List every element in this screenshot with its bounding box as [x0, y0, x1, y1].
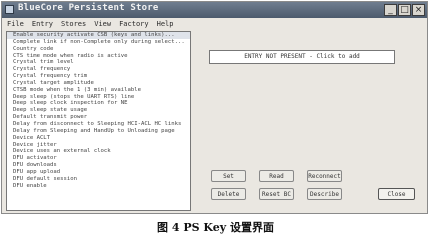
app-window: BlueCore Persistent Store _ □ × File Ent… [1, 1, 428, 214]
list-item[interactable]: Deep sleep clock inspection for NE [7, 100, 190, 107]
window-title: BlueCore Persistent Store [18, 3, 159, 13]
list-item[interactable]: Country code [7, 46, 190, 53]
menu-entry[interactable]: Entry [32, 20, 53, 28]
menu-factory[interactable]: Factory [119, 20, 149, 28]
minimize-button[interactable]: _ [384, 4, 397, 16]
figure-caption: 图 4 PS Key 设置界面 [157, 221, 274, 234]
list-item[interactable]: DFU app upload [7, 169, 190, 176]
reset-bc-button[interactable]: Reset BC [259, 188, 294, 200]
list-item[interactable]: Delay from Sleeping and HandUp to Unload… [7, 128, 190, 135]
read-button[interactable]: Read [259, 170, 294, 182]
list-item[interactable]: DFU default session [7, 176, 190, 183]
list-item[interactable]: Crystal frequency trim [7, 73, 190, 80]
menu-help[interactable]: Help [157, 20, 174, 28]
list-item[interactable]: Complete link if non-Complete only durin… [7, 39, 190, 46]
set-button[interactable]: Set [211, 170, 246, 182]
list-item[interactable]: Device uses an external clock [7, 148, 190, 155]
list-item[interactable]: CTSB mode when the 1 (3 min) available [7, 87, 190, 94]
menu-stores[interactable]: Stores [61, 20, 86, 28]
window-controls: _ □ × [384, 4, 425, 16]
list-item[interactable]: Default transmit power [7, 114, 190, 121]
close-button[interactable]: Close [378, 188, 415, 200]
menu-bar: File Entry Stores View Factory Help [2, 18, 431, 30]
menu-view[interactable]: View [94, 20, 111, 28]
list-item[interactable]: DFU downloads [7, 162, 190, 169]
list-item[interactable]: Deep sleep (stops the UART RTS) line [7, 94, 190, 101]
menu-file[interactable]: File [7, 20, 24, 28]
close-window-button[interactable]: × [412, 4, 425, 16]
list-item[interactable]: Crystal target amplitude [7, 80, 190, 87]
list-item[interactable]: Delay from disconnect to Sleeping HCI-AC… [7, 121, 190, 128]
maximize-button[interactable]: □ [398, 4, 411, 16]
list-item[interactable]: Crystal trim level [7, 59, 190, 66]
app-icon [5, 5, 14, 14]
list-item[interactable]: DFU enable [7, 183, 190, 190]
value-field[interactable]: ENTRY NOT PRESENT - Click to add [209, 50, 395, 64]
list-item[interactable]: Enable security activate CSB (keys and l… [7, 32, 190, 39]
title-bar[interactable]: BlueCore Persistent Store _ □ × [2, 2, 427, 18]
delete-button[interactable]: Delete [211, 188, 246, 200]
list-item[interactable]: CTS time mode when radio is active [7, 53, 190, 60]
list-item[interactable]: Crystal frequency [7, 66, 190, 73]
reconnect-button[interactable]: Reconnect [307, 170, 342, 182]
describe-button[interactable]: Describe [307, 188, 342, 200]
list-item[interactable]: Deep sleep state usage [7, 107, 190, 114]
list-item[interactable]: Device jitter [7, 142, 190, 149]
list-item[interactable]: DFU activator [7, 155, 190, 162]
list-item[interactable]: Device ACLT [7, 135, 190, 142]
ps-key-list[interactable]: Enable security activate CSB (keys and l… [6, 31, 191, 211]
